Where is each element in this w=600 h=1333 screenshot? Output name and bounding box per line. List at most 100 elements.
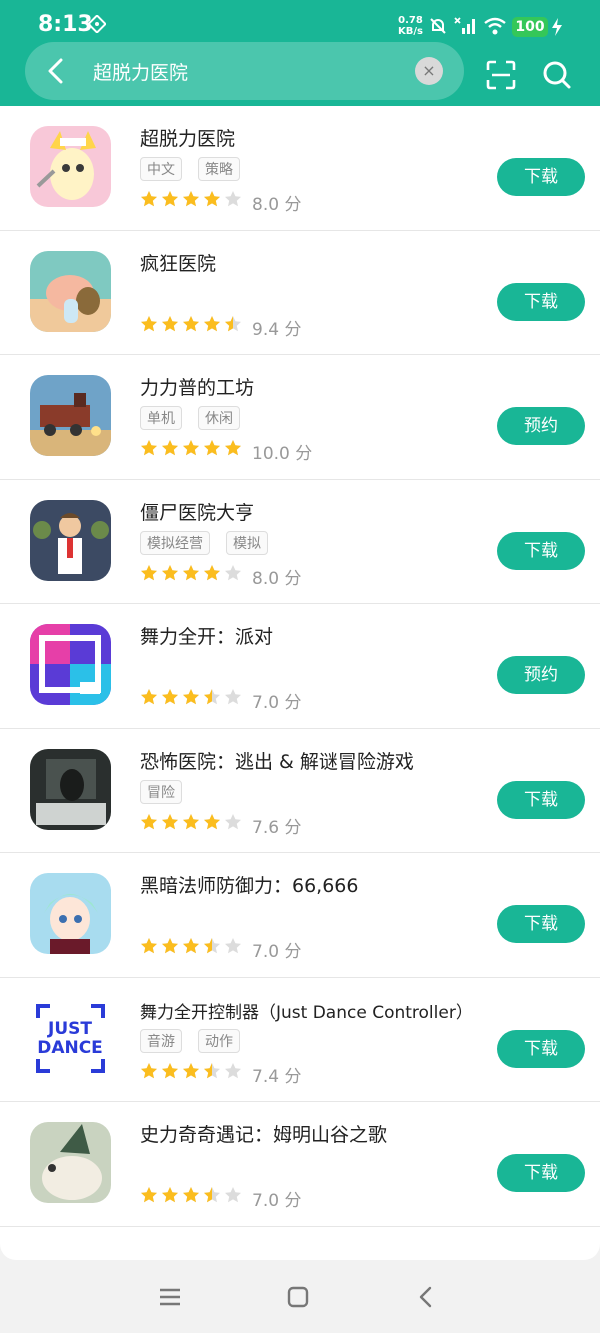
scan-icon[interactable]: [486, 60, 516, 90]
app-icon: [30, 624, 111, 705]
reserve-button[interactable]: 预约: [497, 407, 585, 445]
star-icon: [183, 1062, 199, 1078]
app-icon-art: [30, 375, 111, 456]
app-name[interactable]: 舞力全开：派对: [140, 622, 273, 649]
app-icon-art: [30, 748, 111, 830]
star-icon: [162, 813, 178, 829]
svg-text:JUST: JUST: [47, 1019, 92, 1039]
star-icon: [141, 1187, 157, 1203]
list-item[interactable]: 超脱力医院 中文 策略 8.0 分 下载: [0, 106, 600, 231]
star-icon: [141, 689, 157, 705]
rating-score: 7.0 分: [252, 942, 302, 962]
download-button[interactable]: 下载: [497, 158, 585, 196]
star-icon: [162, 689, 178, 705]
star-icon: [204, 440, 220, 456]
list-item[interactable]: 史力奇奇遇记：姆明山谷之歌 7.0 分 下载: [0, 1102, 600, 1227]
app-name[interactable]: 疯狂医院: [140, 249, 216, 276]
star-icon: [204, 315, 220, 331]
star-icon: [225, 315, 241, 331]
top-bar: 8:13 0.78 KB/s 100 ×: [0, 0, 600, 106]
list-item[interactable]: 僵尸医院大亨 模拟经营 模拟 8.0 分 下载: [0, 480, 600, 604]
list-item[interactable]: JUST DANCE 舞力全开控制器（Just Dance Controller）…: [0, 978, 600, 1102]
back-icon[interactable]: [47, 58, 65, 84]
app-icon: [30, 1122, 111, 1203]
rating-stars: [140, 937, 242, 955]
list-item[interactable]: 力力普的工坊 单机 休闲 10.0 分 预约: [0, 355, 600, 480]
download-button[interactable]: 下载: [497, 1029, 585, 1068]
rating-stars: [140, 564, 242, 582]
svg-text:DANCE: DANCE: [37, 1038, 103, 1058]
list-item[interactable]: 舞力全开：派对 7.0 分 预约: [0, 604, 600, 729]
app-name[interactable]: 超脱力医院: [140, 124, 235, 151]
charging-icon: [552, 18, 562, 36]
app-icon: [30, 126, 111, 207]
app-name[interactable]: 舞力全开控制器（Just Dance Controller）: [140, 998, 473, 1023]
wifi-icon: [484, 17, 506, 35]
app-icon-art: [30, 250, 111, 332]
tag-list: 音游 动作: [140, 1028, 240, 1053]
rating-stars: [140, 1062, 242, 1080]
app-name[interactable]: 力力普的工坊: [140, 373, 254, 400]
tag: 动作: [198, 1028, 240, 1053]
star-icon: [141, 315, 157, 331]
star-icon: [225, 938, 241, 954]
network-speed: 0.78 KB/s: [398, 15, 423, 37]
download-button[interactable]: 下载: [497, 282, 585, 321]
app-icon: [30, 873, 111, 954]
star-icon: [225, 813, 241, 829]
download-button[interactable]: 下载: [497, 531, 585, 570]
status-bar: 8:13 0.78 KB/s 100: [0, 0, 600, 44]
tag: 休闲: [198, 406, 240, 430]
app-icon: JUST DANCE: [30, 997, 111, 1079]
rating-score: 8.0 分: [252, 195, 302, 215]
star-icon: [162, 938, 178, 954]
tag-list: 冒险: [140, 779, 182, 804]
star-icon: [141, 813, 157, 829]
search-box: ×: [25, 42, 464, 100]
nfc-icon: [88, 15, 106, 33]
app-icon-art: [30, 624, 111, 705]
download-button[interactable]: 下载: [497, 1154, 585, 1192]
tag: 模拟经营: [140, 530, 210, 555]
back-icon[interactable]: [415, 1285, 439, 1309]
home-icon[interactable]: [286, 1285, 310, 1309]
list-item[interactable]: 恐怖医院：逃出 & 解谜冒险游戏 冒险 7.6 分 下载: [0, 729, 600, 853]
list-item[interactable]: 疯狂医院 9.4 分 下载: [0, 231, 600, 355]
app-name[interactable]: 黑暗法师防御力：66,666: [140, 871, 358, 898]
rating-score: 7.4 分: [252, 1066, 302, 1087]
star-icon: [183, 689, 199, 705]
app-name[interactable]: 恐怖医院：逃出 & 解谜冒险游戏: [140, 747, 414, 774]
app-name[interactable]: 史力奇奇遇记：姆明山谷之歌: [140, 1120, 387, 1147]
star-icon: [183, 938, 199, 954]
star-icon: [162, 191, 178, 207]
network-speed-value: 0.78: [398, 15, 423, 26]
star-icon: [225, 689, 241, 705]
clear-search-button[interactable]: ×: [415, 57, 443, 85]
star-icon: [204, 191, 220, 207]
search-icon[interactable]: [542, 60, 572, 90]
search-input[interactable]: [93, 54, 393, 88]
star-icon: [183, 813, 199, 829]
star-icon: [141, 938, 157, 954]
star-icon: [162, 1187, 178, 1203]
star-icon: [204, 564, 220, 580]
download-button[interactable]: 下载: [497, 780, 585, 819]
rating-stars: [140, 439, 242, 457]
download-button[interactable]: 下载: [497, 905, 585, 943]
app-icon: [30, 250, 111, 332]
rating-score: 8.0 分: [252, 568, 302, 589]
app-result-list: 超脱力医院 中文 策略 8.0 分 下载 疯狂医院 9.4 分 下载 力力普的工…: [0, 106, 600, 1260]
tag-list: 中文 策略: [140, 157, 240, 181]
star-icon: [162, 1062, 178, 1078]
star-icon: [225, 1062, 241, 1078]
menu-icon[interactable]: [158, 1285, 182, 1309]
star-icon: [183, 564, 199, 580]
tag: 冒险: [140, 779, 182, 804]
rating-score: 10.0 分: [252, 444, 313, 464]
list-item[interactable]: 黑暗法师防御力：66,666 7.0 分 下载: [0, 853, 600, 978]
reserve-button[interactable]: 预约: [497, 656, 585, 694]
mute-bell-icon: [430, 18, 446, 34]
system-nav-bar: [0, 1263, 600, 1333]
rating-score: 7.0 分: [252, 1191, 302, 1211]
app-name[interactable]: 僵尸医院大亨: [140, 498, 254, 525]
